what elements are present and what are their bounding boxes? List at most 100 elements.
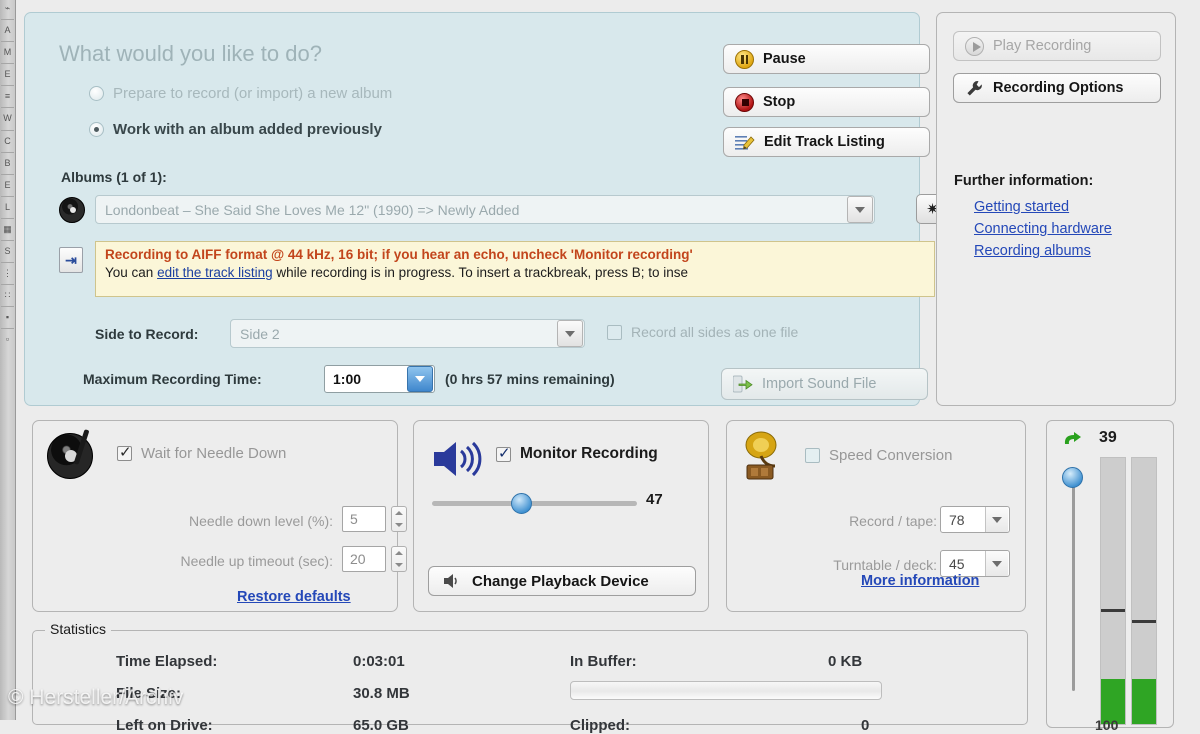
link-connecting-hardware[interactable]: Connecting hardware: [974, 221, 1112, 237]
needle-detection-panel: Wait for Needle Down Needle down level (…: [32, 420, 407, 612]
link-recording-albums[interactable]: Recording albums: [974, 243, 1091, 259]
max-recording-time-label: Maximum Recording Time:: [83, 371, 262, 387]
needle-down-level-stepper[interactable]: [391, 506, 407, 532]
vu-slider-track[interactable]: [1072, 475, 1075, 691]
album-dropdown-arrow-button[interactable]: [847, 196, 873, 223]
stat-key-file-size: File Size:: [116, 685, 182, 702]
radio-prepare-new-album[interactable]: Prepare to record (or import) a new albu…: [89, 85, 392, 102]
side-to-record-value: Side 2: [240, 325, 280, 342]
vu-meter-panel: 39 100: [1046, 420, 1174, 733]
checkbox-icon-needle-down: [117, 443, 132, 461]
radio-icon-work: [89, 122, 104, 137]
link-getting-started[interactable]: Getting started: [974, 199, 1069, 215]
volume-slider-knob[interactable]: [511, 493, 532, 514]
notification-icon: ⇥: [59, 247, 83, 273]
record-all-sides-checkbox[interactable]: Record all sides as one file: [607, 324, 798, 340]
buffer-progress-bar: [570, 681, 882, 700]
turntable-deck-label: Turntable / deck:: [833, 557, 937, 573]
turntable-deck-dropdown-arrow[interactable]: [985, 551, 1008, 576]
info-sidebar-panel: Play Recording Recording Options Further…: [936, 12, 1176, 406]
stepper-up-icon: [395, 551, 403, 555]
max-recording-time-dropdown-arrow[interactable]: [407, 366, 433, 392]
checkbox-icon-monitor-recording: [496, 444, 511, 462]
more-information-link[interactable]: More information: [861, 573, 979, 589]
max-recording-time-value: 1:00: [333, 371, 362, 387]
vu-slider-knob[interactable]: [1062, 467, 1083, 488]
monitor-recording-checkbox[interactable]: Monitor Recording: [496, 444, 658, 463]
pause-button-label: Pause: [763, 51, 806, 67]
notification-box: Recording to AIFF format @ 44 kHz, 16 bi…: [95, 241, 935, 297]
import-sound-file-label: Import Sound File: [762, 376, 877, 392]
change-playback-device-button[interactable]: Change Playback Device: [428, 566, 696, 596]
stat-value-time-elapsed: 0:03:01: [353, 653, 405, 670]
side-dropdown-arrow-button[interactable]: [557, 320, 583, 347]
stop-icon: [735, 92, 754, 112]
speed-conversion-panel: Speed Conversion Record / tape: 78 Turnt…: [726, 420, 1026, 612]
chevron-down-icon: [415, 376, 425, 382]
stat-key-in-buffer: In Buffer:: [570, 653, 637, 670]
import-sound-file-button[interactable]: Import Sound File: [721, 368, 928, 400]
vu-peak-marker-right: [1132, 619, 1156, 623]
record-tape-select[interactable]: 78: [940, 506, 1010, 533]
stat-key-time-elapsed: Time Elapsed:: [116, 653, 218, 670]
monitor-recording-label: Monitor Recording: [520, 445, 658, 462]
chevron-down-icon: [992, 516, 1002, 523]
record-tape-dropdown-arrow[interactable]: [985, 507, 1008, 532]
page-title: What would you like to do?: [59, 41, 322, 66]
stop-button-label: Stop: [763, 94, 796, 110]
recording-options-button[interactable]: Recording Options: [953, 73, 1161, 103]
record-tape-label: Record / tape:: [849, 513, 937, 529]
pause-button[interactable]: Pause: [723, 44, 930, 74]
wait-for-needle-down-checkbox[interactable]: Wait for Needle Down: [117, 443, 286, 462]
edit-track-listing-link[interactable]: edit the track listing: [157, 265, 273, 280]
side-to-record-select[interactable]: Side 2: [230, 319, 585, 348]
turntable-deck-value: 45: [949, 555, 965, 572]
vu-level-fill-right: [1132, 678, 1156, 724]
radio-label-work: Work with an album added previously: [113, 121, 382, 138]
play-recording-button[interactable]: Play Recording: [953, 31, 1161, 61]
gramophone-icon: [739, 429, 791, 481]
vu-peak-marker-left: [1101, 609, 1125, 613]
speaker-icon: [432, 439, 486, 479]
monitor-recording-panel: Monitor Recording 47 Change Playback Dev…: [413, 420, 709, 612]
speed-conversion-checkbox[interactable]: Speed Conversion: [805, 447, 952, 464]
side-to-record-label: Side to Record:: [95, 326, 199, 342]
vu-level-bar-right: [1131, 457, 1157, 725]
needle-up-timeout-input[interactable]: 20: [342, 546, 386, 572]
speed-conversion-label: Speed Conversion: [829, 447, 953, 464]
album-select[interactable]: Londonbeat – She Said She Loves Me 12" (…: [95, 195, 875, 224]
left-toolbar-strip[interactable]: ⌁ A M E ≡ WCBE L ▦ S ⋮ ∷ ▪ ▫: [0, 0, 16, 720]
stop-button[interactable]: Stop: [723, 87, 930, 117]
change-playback-device-label: Change Playback Device: [472, 572, 649, 590]
chevron-down-icon: [855, 206, 865, 213]
vu-meter-value: 39: [1099, 429, 1117, 446]
notification-row: ⇥ Recording to AIFF format @ 44 kHz, 16 …: [59, 241, 935, 297]
album-select-value: Londonbeat – She Said She Loves Me 12" (…: [105, 201, 520, 218]
stat-value-in-buffer: 0 KB: [828, 653, 863, 670]
statistics-group: Statistics Time Elapsed: 0:03:01 File Si…: [32, 621, 1028, 734]
radio-work-existing-album[interactable]: Work with an album added previously: [89, 121, 382, 138]
speaker-small-icon: [443, 573, 462, 589]
needle-up-timeout-stepper[interactable]: [391, 546, 407, 572]
checkbox-icon-speed-conversion: [805, 448, 820, 463]
main-action-panel: What would you like to do? Prepare to re…: [24, 12, 960, 406]
further-information-title: Further information:: [954, 173, 1094, 189]
checkbox-icon-record-all: [607, 324, 622, 340]
max-recording-time-select[interactable]: 1:00: [324, 365, 435, 393]
radio-label-prepare: Prepare to record (or import) a new albu…: [113, 85, 393, 102]
needle-down-level-input[interactable]: 5: [342, 506, 386, 532]
reset-arrow-icon[interactable]: [1061, 431, 1083, 451]
edit-track-listing-button[interactable]: Edit Track Listing: [723, 127, 930, 157]
restore-defaults-link[interactable]: Restore defaults: [237, 589, 351, 605]
chevron-down-icon: [565, 330, 575, 337]
vu-meter-bottom-label: 100: [1095, 717, 1119, 733]
pause-icon: [735, 49, 754, 69]
radio-icon-prepare: [89, 86, 104, 101]
record-all-sides-label: Record all sides as one file: [631, 324, 799, 340]
volume-slider-track[interactable]: [432, 501, 637, 506]
volume-value-label: 47: [646, 491, 663, 508]
vu-level-bar-left: [1100, 457, 1126, 725]
needle-up-timeout-label: Needle up timeout (sec):: [180, 553, 333, 569]
notification-text-after: while recording is in progress. To inser…: [272, 265, 689, 280]
time-remaining-label: (0 hrs 57 mins remaining): [445, 371, 615, 387]
